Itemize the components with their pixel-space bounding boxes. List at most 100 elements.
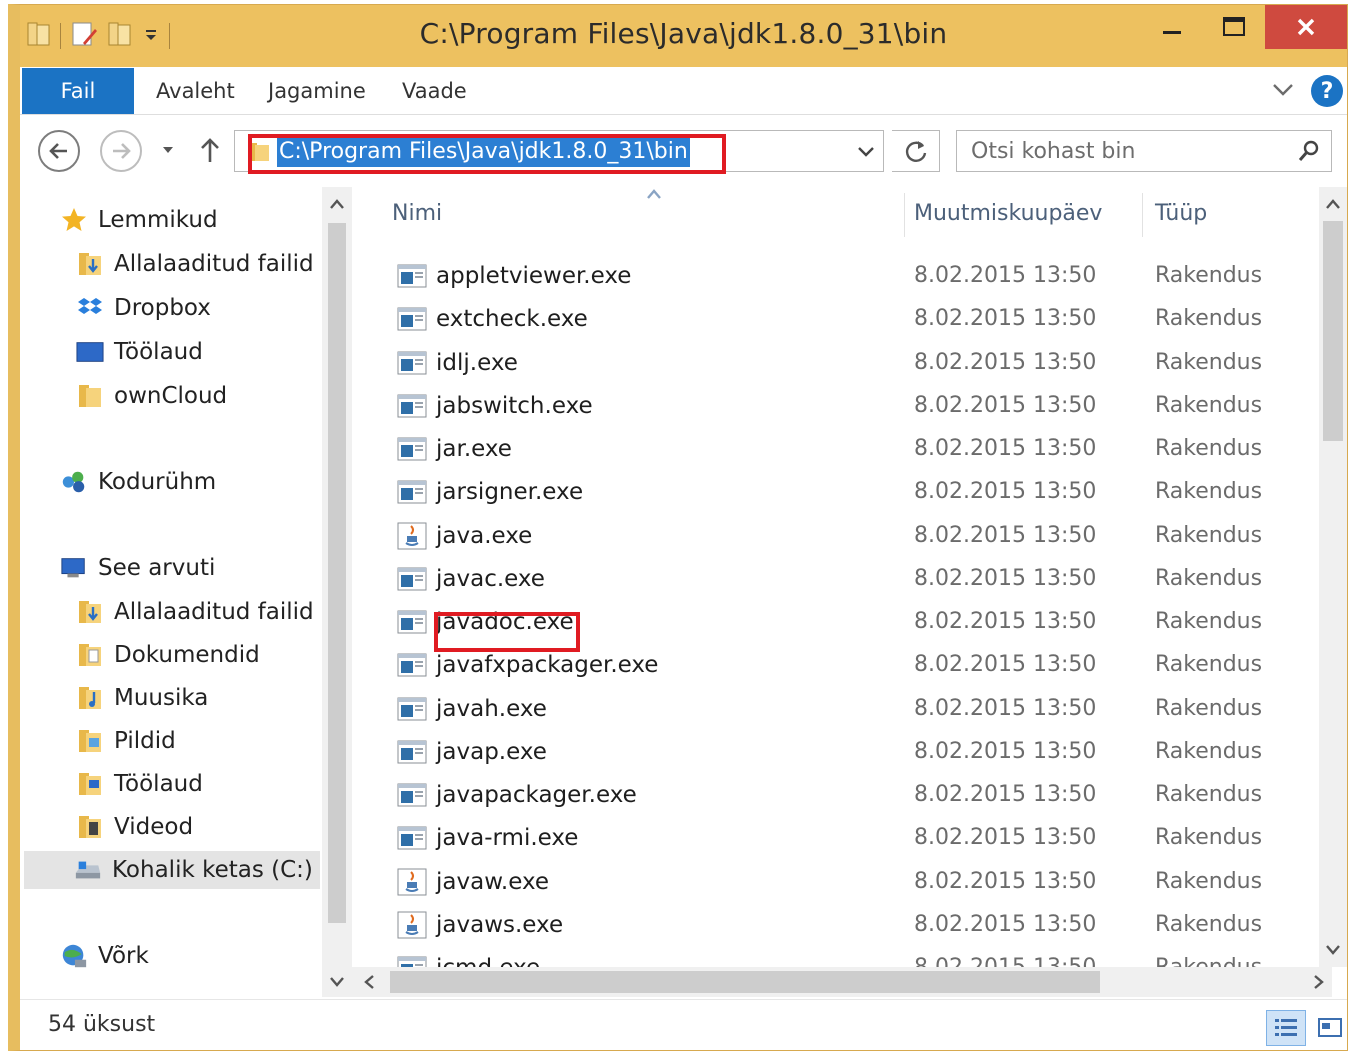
file-date: 8.02.2015 13:50 bbox=[914, 609, 1097, 634]
sidebar-item-this-pc[interactable]: See arvuti bbox=[60, 549, 215, 587]
sidebar-item-favorites[interactable]: Lemmikud bbox=[60, 201, 218, 239]
sidebar-item-pc-desktop[interactable]: Töölaud bbox=[76, 765, 203, 803]
expand-ribbon-button[interactable] bbox=[1271, 79, 1295, 103]
table-row[interactable]: javafxpackager.exe 8.02.2015 13:50 Rakendu… bbox=[352, 644, 1332, 687]
tab-share[interactable]: Jagamine bbox=[268, 79, 366, 103]
table-row[interactable]: idlj.exe 8.02.2015 13:50 Rakendus bbox=[352, 342, 1332, 385]
chevron-down-icon bbox=[330, 977, 344, 987]
table-row[interactable]: javaws.exe 8.02.2015 13:50 Rakendus bbox=[352, 904, 1332, 947]
table-row[interactable]: javap.exe 8.02.2015 13:50 Rakendus bbox=[352, 731, 1332, 774]
table-row[interactable]: extcheck.exe 8.02.2015 13:50 Rakendus bbox=[352, 298, 1332, 341]
sidebar-item-documents[interactable]: Dokumendid bbox=[76, 636, 260, 674]
scroll-left-button[interactable] bbox=[358, 971, 380, 993]
table-row[interactable]: jar.exe 8.02.2015 13:50 Rakendus bbox=[352, 428, 1332, 471]
close-button[interactable] bbox=[1265, 5, 1347, 49]
sidebar-item-desktop[interactable]: Töölaud bbox=[76, 333, 203, 371]
file-date: 8.02.2015 13:50 bbox=[914, 911, 1097, 937]
file-name: javah.exe bbox=[436, 695, 547, 722]
file-list-scrollbar[interactable] bbox=[1319, 187, 1347, 967]
exe-icon bbox=[396, 304, 428, 334]
file-date: 8.02.2015 13:50 bbox=[914, 306, 1097, 332]
table-row[interactable]: java.exe 8.02.2015 13:50 Rakendus bbox=[352, 515, 1332, 558]
column-header-date[interactable]: Muutmiskuupäev bbox=[914, 201, 1102, 226]
table-row[interactable]: appletviewer.exe 8.02.2015 13:50 Rakendus bbox=[352, 255, 1332, 298]
scroll-right-button[interactable] bbox=[1308, 971, 1330, 993]
scroll-down-button[interactable] bbox=[326, 971, 348, 993]
downloads-folder-icon bbox=[76, 250, 104, 278]
downloads-folder-icon bbox=[76, 598, 104, 626]
column-divider[interactable] bbox=[1142, 193, 1143, 237]
sidebar-item-dropbox[interactable]: Dropbox bbox=[76, 289, 211, 327]
address-bar[interactable]: C:\Program Files\Java\jdk1.8.0_31\bin bbox=[234, 130, 884, 172]
folder-small-icon[interactable] bbox=[26, 19, 52, 53]
details-view-button[interactable] bbox=[1266, 1010, 1306, 1046]
sidebar-item-music[interactable]: Muusika bbox=[76, 679, 208, 717]
recent-locations-button[interactable] bbox=[158, 140, 178, 160]
sidebar-item-pc-downloads[interactable]: Allalaaditud failid bbox=[76, 593, 314, 631]
arrow-right-icon bbox=[113, 143, 131, 159]
music-folder-icon bbox=[76, 684, 104, 712]
large-icons-view-button[interactable] bbox=[1310, 1010, 1347, 1046]
exe-icon bbox=[396, 348, 428, 378]
tab-file[interactable]: Fail bbox=[22, 68, 134, 114]
qat-dropdown-icon[interactable] bbox=[141, 24, 161, 48]
new-folder-icon[interactable] bbox=[107, 19, 133, 53]
table-row[interactable]: javaw.exe 8.02.2015 13:50 Rakendus bbox=[352, 861, 1332, 904]
up-button[interactable] bbox=[196, 134, 224, 166]
sidebar-item-downloads[interactable]: Allalaaditud failid bbox=[76, 245, 314, 283]
properties-icon[interactable] bbox=[69, 19, 99, 53]
navigation-pane-scrollbar[interactable] bbox=[322, 187, 352, 997]
scrollbar-thumb[interactable] bbox=[1323, 221, 1343, 441]
column-divider[interactable] bbox=[904, 193, 905, 237]
file-type: Rakendus bbox=[1155, 652, 1263, 678]
table-row[interactable]: jarsigner.exe 8.02.2015 13:50 Rakendus bbox=[352, 471, 1332, 514]
quick-access-toolbar bbox=[26, 19, 170, 53]
file-name: jabswitch.exe bbox=[436, 392, 593, 419]
minimize-button[interactable] bbox=[1141, 5, 1203, 49]
search-icon[interactable] bbox=[1297, 139, 1321, 167]
exe-icon bbox=[396, 780, 428, 810]
file-type: Rakendus bbox=[1155, 565, 1263, 591]
chevron-down-icon bbox=[1326, 945, 1340, 955]
table-row[interactable]: javah.exe 8.02.2015 13:50 Rakendus bbox=[352, 688, 1332, 731]
sidebar-item-network[interactable]: Võrk bbox=[60, 937, 149, 975]
file-date: 8.02.2015 13:50 bbox=[914, 263, 1097, 288]
help-icon[interactable]: ? bbox=[1311, 75, 1343, 107]
scroll-down-button[interactable] bbox=[1321, 939, 1345, 961]
scroll-up-button[interactable] bbox=[1321, 193, 1345, 215]
table-row[interactable]: jabswitch.exe 8.02.2015 13:50 Rakendus bbox=[352, 385, 1332, 428]
exe-icon bbox=[396, 607, 428, 637]
file-type: Rakendus bbox=[1155, 392, 1263, 418]
back-button[interactable] bbox=[38, 130, 80, 172]
chevron-left-icon bbox=[364, 975, 374, 989]
sidebar-item-videos[interactable]: Videod bbox=[76, 808, 193, 846]
table-row[interactable]: javac.exe 8.02.2015 13:50 Rakendus bbox=[352, 558, 1332, 601]
address-dropdown-button[interactable] bbox=[855, 141, 877, 165]
tab-view[interactable]: Vaade bbox=[402, 79, 467, 103]
forward-button[interactable] bbox=[100, 130, 142, 172]
sidebar-item-label: Pildid bbox=[114, 728, 176, 754]
sidebar-item-owncloud[interactable]: ownCloud bbox=[76, 377, 227, 415]
navigation-pane: Lemmikud Allalaaditud failid Dropbox Töö… bbox=[20, 187, 320, 997]
tab-home[interactable]: Avaleht bbox=[156, 79, 235, 103]
scroll-up-button[interactable] bbox=[326, 193, 348, 215]
horizontal-scrollbar[interactable] bbox=[352, 967, 1332, 997]
refresh-button[interactable] bbox=[892, 130, 940, 172]
file-date: 8.02.2015 13:50 bbox=[914, 652, 1097, 678]
address-path[interactable]: C:\Program Files\Java\jdk1.8.0_31\bin bbox=[277, 137, 690, 167]
table-row[interactable]: java-rmi.exe 8.02.2015 13:50 Rakendus bbox=[352, 817, 1332, 860]
column-header-name[interactable]: Nimi bbox=[392, 201, 442, 226]
search-box[interactable]: Otsi kohast bin bbox=[956, 130, 1332, 172]
scrollbar-thumb[interactable] bbox=[328, 223, 346, 923]
scrollbar-thumb[interactable] bbox=[390, 971, 1100, 993]
sidebar-item-local-disk[interactable]: Kohalik ketas (C:) bbox=[24, 851, 320, 889]
search-input[interactable]: Otsi kohast bin bbox=[971, 139, 1135, 164]
table-row[interactable]: javapackager.exe 8.02.2015 13:50 Rakendus bbox=[352, 774, 1332, 817]
table-row[interactable]: javadoc.exe 8.02.2015 13:50 Rakendus bbox=[352, 601, 1332, 644]
table-row[interactable]: jcmd.exe 8.02.2015 13:50 Rakendus bbox=[352, 947, 1332, 967]
file-type: Rakendus bbox=[1155, 522, 1263, 548]
maximize-button[interactable] bbox=[1203, 5, 1265, 49]
sidebar-item-homegroup[interactable]: Kodurühm bbox=[60, 463, 216, 501]
column-header-type[interactable]: Tüüp bbox=[1155, 201, 1207, 226]
sidebar-item-pictures[interactable]: Pildid bbox=[76, 722, 176, 760]
